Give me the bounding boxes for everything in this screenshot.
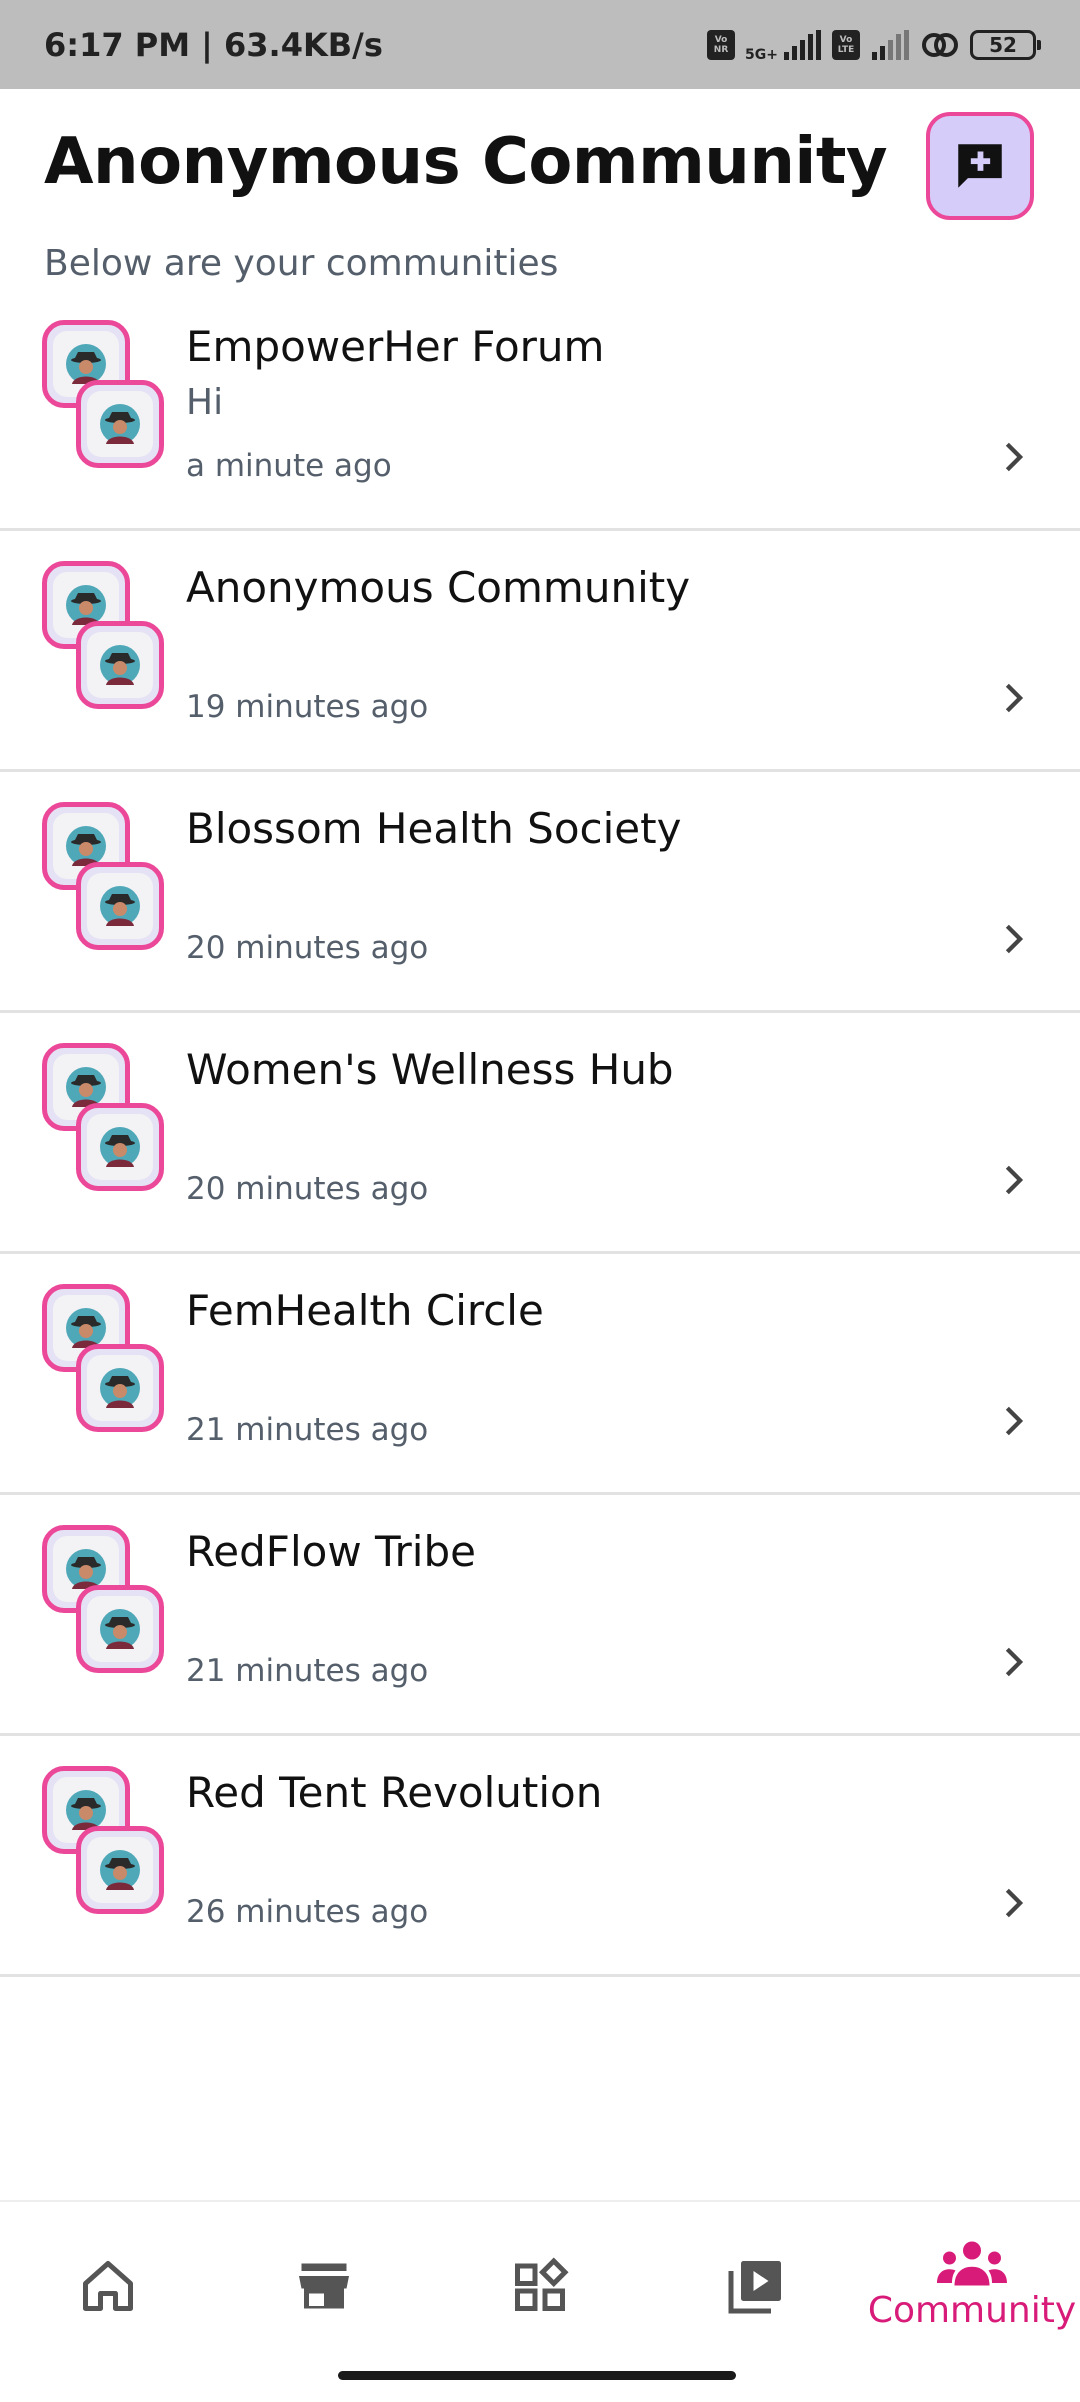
- community-timestamp: a minute ago: [186, 448, 392, 484]
- chevron-right-icon: [1005, 683, 1024, 713]
- user-avatar-icon: [100, 404, 140, 444]
- user-avatar-icon: [100, 1127, 140, 1167]
- community-row[interactable]: Women's Wellness Hub 20 minutes ago: [0, 1013, 1080, 1254]
- new-community-button[interactable]: [926, 112, 1034, 220]
- battery-icon: 52: [970, 29, 1041, 60]
- community-timestamp: 21 minutes ago: [186, 1653, 429, 1689]
- chevron-right-icon: [1005, 1406, 1024, 1436]
- chevron-right-icon: [1005, 442, 1024, 472]
- volte-nr-icon: Vo NR: [707, 29, 736, 60]
- community-avatar: [42, 320, 166, 468]
- nav-widgets[interactable]: [432, 2238, 648, 2358]
- nav-home[interactable]: [0, 2238, 216, 2358]
- community-timestamp: 19 minutes ago: [186, 689, 429, 725]
- community-row[interactable]: Blossom Health Society 20 minutes ago: [0, 772, 1080, 1013]
- status-bar: 6:17 PM | 63.4KB/s Vo NR 5G+ Vo LTE 52: [0, 0, 1080, 89]
- community-row[interactable]: RedFlow Tribe 21 minutes ago: [0, 1495, 1080, 1736]
- community-avatar: [42, 1766, 166, 1914]
- signal-weak-icon: [872, 29, 909, 60]
- community-timestamp: 21 minutes ago: [186, 1412, 429, 1448]
- add-comment-icon: [958, 144, 1002, 188]
- status-time-speed: 6:17 PM | 63.4KB/s: [44, 25, 383, 64]
- community-avatar: [42, 1043, 166, 1191]
- community-name: Anonymous Community: [186, 563, 691, 612]
- store-icon: [299, 2263, 349, 2309]
- community-row[interactable]: FemHealth Circle 21 minutes ago: [0, 1254, 1080, 1495]
- network-5g-label: 5G+: [745, 46, 778, 63]
- groups-icon: [937, 2241, 1007, 2286]
- user-avatar-icon: [100, 1368, 140, 1408]
- home-icon: [83, 2261, 133, 2311]
- community-name: Red Tent Revolution: [186, 1768, 603, 1817]
- video-library-icon: [728, 2261, 781, 2314]
- community-avatar: [42, 561, 166, 709]
- community-last-message: Hi: [186, 382, 224, 423]
- community-list: EmpowerHer Forum Hi a minute ago Anonymo…: [0, 290, 1080, 1977]
- community-avatar: [42, 1284, 166, 1432]
- nav-community-label: Community: [867, 2290, 1077, 2331]
- chevron-right-icon: [1005, 1647, 1024, 1677]
- community-name: EmpowerHer Forum: [186, 322, 605, 371]
- volte-lte-icon: Vo LTE: [832, 29, 860, 60]
- community-name: Women's Wellness Hub: [186, 1045, 674, 1094]
- page-title: Anonymous Community: [44, 125, 888, 199]
- chevron-right-icon: [1005, 1888, 1024, 1918]
- community-timestamp: 20 minutes ago: [186, 930, 429, 966]
- user-avatar-icon: [100, 645, 140, 685]
- community-row[interactable]: EmpowerHer Forum Hi a minute ago: [0, 290, 1080, 531]
- chevron-right-icon: [1005, 924, 1024, 954]
- community-row[interactable]: Red Tent Revolution 26 minutes ago: [0, 1736, 1080, 1977]
- home-indicator[interactable]: [338, 2371, 736, 2380]
- status-icons: Vo NR 5G+ Vo LTE 52: [707, 27, 1041, 63]
- user-avatar-icon: [100, 886, 140, 926]
- community-timestamp: 26 minutes ago: [186, 1894, 429, 1930]
- community-name: FemHealth Circle: [186, 1286, 544, 1335]
- chevron-right-icon: [1005, 1165, 1024, 1195]
- community-avatar: [42, 802, 166, 950]
- nav-store[interactable]: [216, 2238, 432, 2358]
- community-name: Blossom Health Society: [186, 804, 682, 853]
- community-avatar: [42, 1525, 166, 1673]
- user-avatar-icon: [100, 1850, 140, 1890]
- community-row[interactable]: Anonymous Community 19 minutes ago: [0, 531, 1080, 772]
- nav-videos[interactable]: [648, 2238, 864, 2358]
- page-subtitle: Below are your communities: [44, 243, 559, 284]
- widgets-icon: [515, 2257, 569, 2311]
- community-timestamp: 20 minutes ago: [186, 1171, 429, 1207]
- signal-icon: [784, 29, 821, 60]
- link-icon: [922, 32, 958, 57]
- user-avatar-icon: [100, 1609, 140, 1649]
- community-name: RedFlow Tribe: [186, 1527, 476, 1576]
- nav-community[interactable]: Community: [864, 2238, 1080, 2358]
